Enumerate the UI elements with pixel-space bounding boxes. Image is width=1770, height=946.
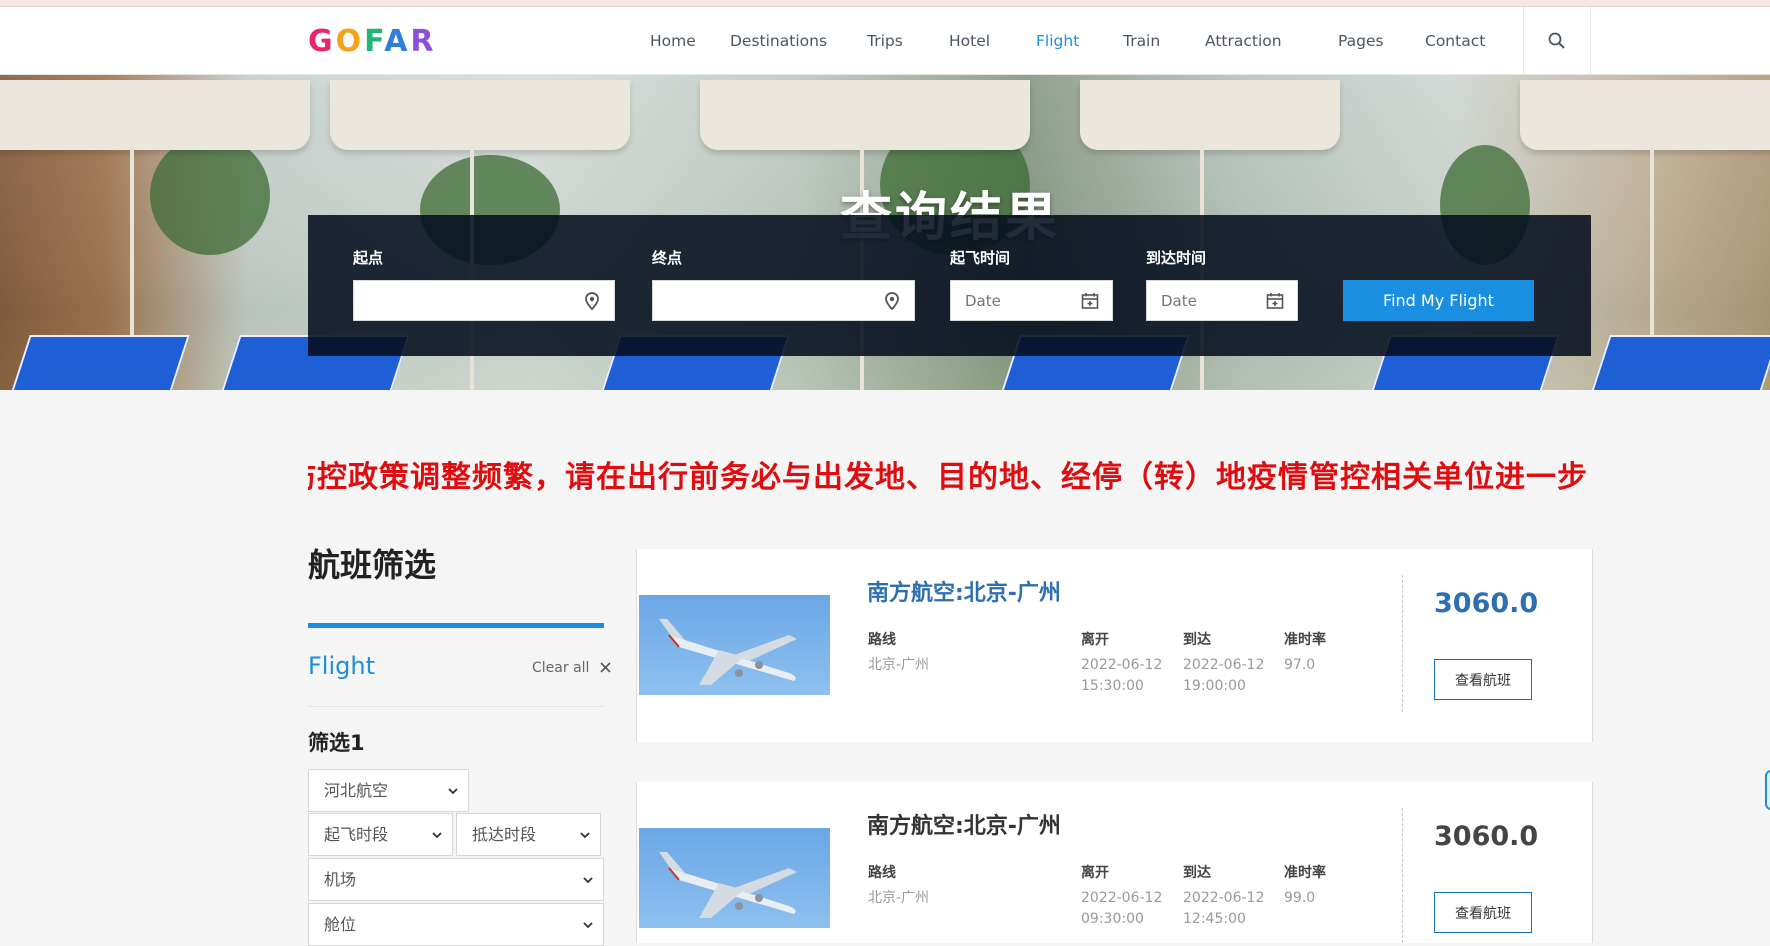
- route-header: 路线: [868, 632, 896, 648]
- find-flight-button[interactable]: Find My Flight: [1343, 280, 1534, 321]
- close-icon: [600, 662, 611, 673]
- chevron-down-icon: [580, 832, 590, 839]
- clear-all-button[interactable]: Clear all: [532, 660, 611, 676]
- epidemic-notice-marquee: 防控政策调整频繁，请在出行前务必与出发地、目的地、经停（转）地疫情管控相关单位进…: [308, 452, 1591, 492]
- filter-section-label: Flight: [308, 652, 375, 680]
- nav-pages[interactable]: Pages: [1338, 7, 1384, 75]
- view-flight-button[interactable]: 查看航班: [1434, 892, 1532, 933]
- arrive-header: 到达: [1183, 865, 1211, 881]
- arrive-date-field[interactable]: [1146, 280, 1298, 321]
- ontime-value: 99.0: [1284, 890, 1316, 906]
- depart-header: 离开: [1081, 632, 1109, 648]
- card-divider: [1402, 808, 1403, 943]
- clear-all-label: Clear all: [532, 660, 590, 676]
- location-pin-icon: [585, 292, 599, 311]
- route-header: 路线: [868, 865, 896, 881]
- airplane-image: [639, 595, 830, 695]
- depart-header: 离开: [1081, 865, 1109, 881]
- ontime-header: 准时率: [1284, 865, 1326, 881]
- airport-select[interactable]: 机场: [308, 858, 604, 901]
- flight-title[interactable]: 南方航空:北京-广州: [867, 808, 1061, 840]
- destination-field[interactable]: [652, 280, 915, 321]
- header-search-button[interactable]: [1523, 7, 1591, 75]
- nav-flight[interactable]: Flight: [1036, 7, 1079, 75]
- nav-hotel[interactable]: Hotel: [949, 7, 990, 75]
- flight-price: 3060.0: [1434, 821, 1539, 852]
- route-value: 北京-广州: [868, 657, 930, 673]
- arrive-value: 2022-06-12 12:45:00: [1183, 890, 1265, 927]
- airline-select-value: 河北航空: [324, 781, 389, 800]
- flight-price: 3060.0: [1434, 588, 1539, 619]
- flight-search-panel: 起点 终点 起飞时间 到达时间: [308, 215, 1591, 356]
- filter-divider: [308, 706, 604, 707]
- depart-date-field[interactable]: [950, 280, 1113, 321]
- filter-group-label: 筛选1: [308, 731, 365, 755]
- browser-top-strip: [0, 0, 1770, 7]
- site-header: GOFAR Home Destinations Trips Hotel Flig…: [0, 7, 1770, 75]
- depart-value: 2022-06-12 09:30:00: [1081, 890, 1163, 927]
- chevron-down-icon: [432, 832, 442, 839]
- chevron-down-icon: [448, 788, 458, 795]
- arrive-time-label: 到达时间: [1146, 249, 1207, 267]
- arrive-period-value: 抵达时段: [472, 825, 537, 844]
- ontime-value: 97.0: [1284, 657, 1316, 673]
- depart-period-value: 起飞时段: [324, 825, 389, 844]
- flight-title[interactable]: 南方航空:北京-广州: [867, 575, 1061, 607]
- destination-input[interactable]: [653, 281, 914, 320]
- airplane-image: [639, 828, 830, 928]
- cabin-select-value: 舱位: [324, 915, 357, 934]
- notice-text: 防控政策调整频繁，请在出行前务必与出发地、目的地、经停（转）地疫情管控相关单位进…: [308, 460, 1588, 492]
- calendar-icon[interactable]: [1080, 291, 1100, 311]
- card-divider: [1402, 575, 1403, 712]
- chevron-down-icon: [583, 922, 593, 929]
- nav-contact[interactable]: Contact: [1425, 7, 1485, 75]
- origin-label: 起点: [353, 249, 384, 267]
- nav-trips[interactable]: Trips: [867, 7, 903, 75]
- nav-attraction[interactable]: Attraction: [1205, 7, 1282, 75]
- arrive-header: 到达: [1183, 632, 1211, 648]
- arrive-period-select[interactable]: 抵达时段: [456, 813, 601, 856]
- destination-label: 终点: [652, 249, 683, 267]
- arrive-value: 2022-06-12 19:00:00: [1183, 657, 1265, 694]
- gofar-logo[interactable]: GOFAR: [308, 27, 437, 57]
- depart-value: 2022-06-12 15:30:00: [1081, 657, 1163, 694]
- side-scroll-handle[interactable]: [1765, 770, 1770, 810]
- search-icon: [1548, 32, 1565, 49]
- origin-field[interactable]: [353, 280, 615, 321]
- airport-select-value: 机场: [324, 870, 357, 889]
- calendar-icon[interactable]: [1265, 291, 1285, 311]
- view-flight-button[interactable]: 查看航班: [1434, 659, 1532, 700]
- flight-result-card: 南方航空:北京-广州 路线 离开 到达 准时率 北京-广州 2022-06-12…: [636, 782, 1593, 943]
- location-pin-icon: [885, 292, 899, 311]
- filter-title-underline: [308, 623, 604, 628]
- chevron-down-icon: [583, 877, 593, 884]
- cabin-select[interactable]: 舱位: [308, 903, 604, 946]
- route-value: 北京-广州: [868, 890, 930, 906]
- nav-train[interactable]: Train: [1123, 7, 1160, 75]
- nav-home[interactable]: Home: [650, 7, 696, 75]
- airline-select[interactable]: 河北航空: [308, 769, 469, 812]
- filter-title: 航班筛选: [308, 546, 437, 584]
- flight-result-card: 南方航空:北京-广州 路线 离开 到达 准时率 北京-广州 2022-06-12…: [636, 549, 1593, 742]
- ontime-header: 准时率: [1284, 632, 1326, 648]
- origin-input[interactable]: [354, 281, 614, 320]
- nav-destinations[interactable]: Destinations: [730, 7, 827, 75]
- depart-period-select[interactable]: 起飞时段: [308, 813, 453, 856]
- depart-time-label: 起飞时间: [950, 249, 1011, 267]
